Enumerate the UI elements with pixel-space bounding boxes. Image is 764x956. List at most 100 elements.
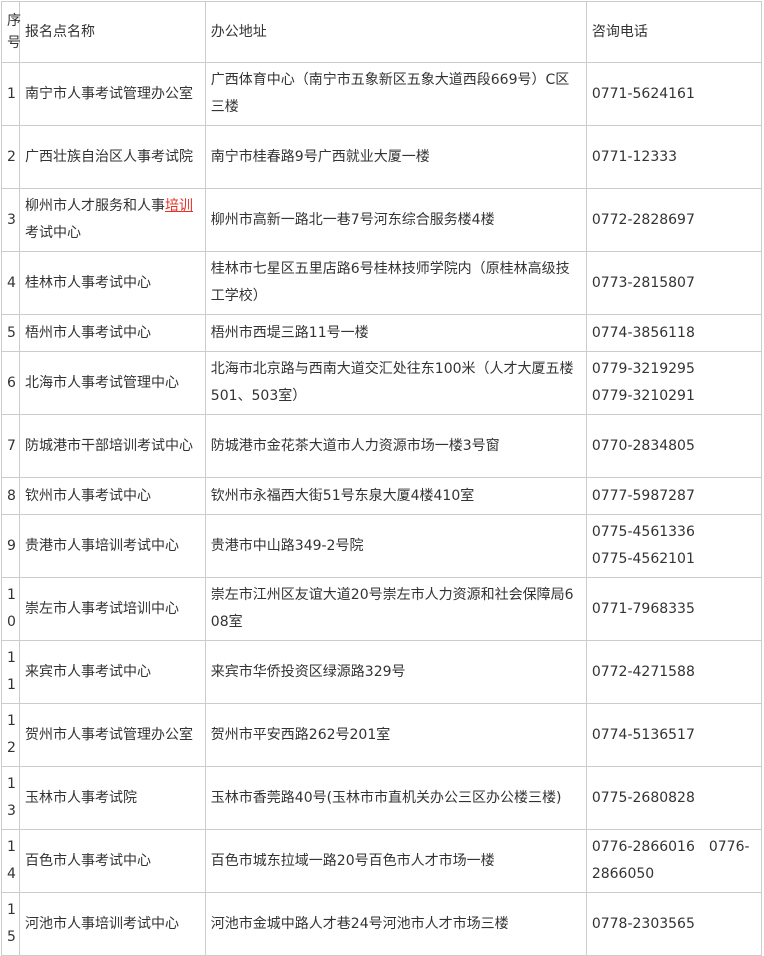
phone-number: 0775-4562101 — [591, 551, 695, 567]
row-num: 5 — [0, 314, 21, 352]
table-row: 12 贺州市人事考试管理办公室 贺州市平安西路262号201室 0774-513… — [0, 703, 763, 767]
training-link[interactable]: 培训 — [165, 198, 193, 214]
row-name: 贵港市人事培训考试中心 — [19, 514, 206, 578]
row-num: 10 — [0, 577, 21, 641]
table-row: 10 崇左市人事考试培训中心 崇左市江州区友谊大道20号崇左市人力资源和社会保障… — [0, 577, 763, 641]
table-row: 6 北海市人事考试管理中心 北海市北京路与西南大道交汇处往东100米（人才大厦五… — [0, 351, 763, 415]
phone-number: 0774-3856118 — [591, 324, 695, 341]
row-address: 柳州市高新一路北一巷7号河东综合服务楼4楼 — [204, 188, 587, 252]
row-address: 玉林市香莞路40号(玉林市市直机关办公三区办公楼三楼) — [204, 766, 587, 830]
row-num: 6 — [0, 351, 21, 415]
row-address: 来宾市华侨投资区绿源路329号 — [204, 640, 587, 704]
row-name: 南宁市人事考试管理办公室 — [19, 62, 206, 126]
row-phone: 0771-12333 — [585, 125, 763, 189]
row-num: 2 — [0, 125, 21, 189]
row-phone: 0776-2866016 0776-2866050 — [585, 829, 763, 893]
table-row: 3 柳州市人才服务和人事培训考试中心 柳州市高新一路北一巷7号河东综合服务楼4楼… — [0, 188, 763, 252]
phone-number: 0770-2834805 — [591, 437, 695, 454]
table-row: 13 玉林市人事考试院 玉林市香莞路40号(玉林市市直机关办公三区办公楼三楼) … — [0, 766, 763, 830]
table-row: 7 防城港市干部培训考试中心 防城港市金花茶大道市人力资源市场一楼3号窗 077… — [0, 414, 763, 478]
phone-number: 0779-3219295 — [591, 361, 695, 377]
phone-number: 0775-4561336 — [591, 524, 695, 540]
phone-number: 0774-5136517 — [591, 726, 695, 743]
row-phone: 0774-5136517 — [585, 703, 763, 767]
row-phone: 0775-4561336 0775-4562101 — [585, 514, 763, 578]
phone-number: 0775-2680828 — [591, 789, 695, 806]
row-address: 百色市城东拉域一路20号百色市人才市场一楼 — [204, 829, 587, 893]
phone-number: 0779-3210291 — [591, 388, 695, 404]
table-header-row: 序号 报名点名称 办公地址 咨询电话 — [0, 1, 763, 63]
row-address: 河池市金城中路人才巷24号河池市人才市场三楼 — [204, 892, 587, 956]
row-name: 桂林市人事考试中心 — [19, 251, 206, 315]
header-phone: 咨询电话 — [585, 1, 763, 63]
table-row: 14 百色市人事考试中心 百色市城东拉域一路20号百色市人才市场一楼 0776-… — [0, 829, 763, 893]
table-row: 1 南宁市人事考试管理办公室 广西体育中心（南宁市五象新区五象大道西段669号）… — [0, 62, 763, 126]
phone-number: 0777-5987287 — [591, 487, 695, 504]
header-name: 报名点名称 — [19, 1, 206, 63]
row-num: 12 — [0, 703, 21, 767]
row-name: 钦州市人事考试中心 — [19, 477, 206, 515]
row-address: 钦州市永福西大街51号东泉大厦4楼410室 — [204, 477, 587, 515]
row-phone: 0771-7968335 — [585, 577, 763, 641]
row-phone: 0770-2834805 — [585, 414, 763, 478]
phone-number: 0778-2303565 — [591, 915, 695, 932]
row-address: 广西体育中心（南宁市五象新区五象大道西段669号）C区三楼 — [204, 62, 587, 126]
row-address: 梧州市西堤三路11号一楼 — [204, 314, 587, 352]
row-phone: 0775-2680828 — [585, 766, 763, 830]
phone-number: 0771-7968335 — [591, 600, 695, 617]
row-phone: 0777-5987287 — [585, 477, 763, 515]
header-num: 序号 — [0, 1, 21, 63]
row-phone: 0772-2828697 — [585, 188, 763, 252]
row-address: 贵港市中山路349-2号院 — [204, 514, 587, 578]
table-row: 11 来宾市人事考试中心 来宾市华侨投资区绿源路329号 0772-427158… — [0, 640, 763, 704]
row-address: 桂林市七星区五里店路6号桂林技师学院内（原桂林高级技工学校） — [204, 251, 587, 315]
row-address: 防城港市金花茶大道市人力资源市场一楼3号窗 — [204, 414, 587, 478]
row-name: 玉林市人事考试院 — [19, 766, 206, 830]
phone-number: 0771-5624161 — [591, 85, 695, 102]
row-address: 南宁市桂春路9号广西就业大厦一楼 — [204, 125, 587, 189]
row-name: 贺州市人事考试管理办公室 — [19, 703, 206, 767]
row-phone: 0773-2815807 — [585, 251, 763, 315]
row-phone: 0772-4271588 — [585, 640, 763, 704]
phone-number: 0773-2815807 — [591, 274, 695, 291]
row-address: 崇左市江州区友谊大道20号崇左市人力资源和社会保障局608室 — [204, 577, 587, 641]
row-name: 防城港市干部培训考试中心 — [19, 414, 206, 478]
row-name: 来宾市人事考试中心 — [19, 640, 206, 704]
row-num: 14 — [0, 829, 21, 893]
row-num: 4 — [0, 251, 21, 315]
row-num: 8 — [0, 477, 21, 515]
row-name-prefix: 柳州市人才服务和人事 — [25, 198, 166, 214]
row-name: 河池市人事培训考试中心 — [19, 892, 206, 956]
phone-number: 0772-2828697 — [591, 211, 695, 228]
table-row: 4 桂林市人事考试中心 桂林市七星区五里店路6号桂林技师学院内（原桂林高级技工学… — [0, 251, 763, 315]
row-name: 柳州市人才服务和人事培训考试中心 — [19, 188, 206, 252]
registration-sites-table: 序号 报名点名称 办公地址 咨询电话 1 南宁市人事考试管理办公室 广西体育中心… — [0, 1, 763, 956]
row-phone: 0778-2303565 — [585, 892, 763, 956]
row-name-suffix: 考试中心 — [25, 225, 82, 241]
row-phone: 0779-3219295 0779-3210291 — [585, 351, 763, 415]
phone-number: 0771-12333 — [591, 148, 678, 165]
row-num: 7 — [0, 414, 21, 478]
row-address: 北海市北京路与西南大道交汇处往东100米（人才大厦五楼501、503室） — [204, 351, 587, 415]
table-row: 15 河池市人事培训考试中心 河池市金城中路人才巷24号河池市人才市场三楼 07… — [0, 892, 763, 956]
row-name: 北海市人事考试管理中心 — [19, 351, 206, 415]
table-row: 5 梧州市人事考试中心 梧州市西堤三路11号一楼 0774-3856118 — [0, 314, 763, 352]
table-body: 序号 报名点名称 办公地址 咨询电话 1 南宁市人事考试管理办公室 广西体育中心… — [0, 1, 763, 956]
table-row: 9 贵港市人事培训考试中心 贵港市中山路349-2号院 0775-4561336… — [0, 514, 763, 578]
row-num: 9 — [0, 514, 21, 578]
row-num: 13 — [0, 766, 21, 830]
row-num: 15 — [0, 892, 21, 956]
row-num: 11 — [0, 640, 21, 704]
row-address: 贺州市平安西路262号201室 — [204, 703, 587, 767]
row-num: 1 — [0, 62, 21, 126]
row-name: 广西壮族自治区人事考试院 — [19, 125, 206, 189]
row-name: 崇左市人事考试培训中心 — [19, 577, 206, 641]
row-name: 梧州市人事考试中心 — [19, 314, 206, 352]
phone-number: 0776-2866016 0776-2866050 — [591, 839, 750, 882]
table-row: 2 广西壮族自治区人事考试院 南宁市桂春路9号广西就业大厦一楼 0771-123… — [0, 125, 763, 189]
row-phone: 0771-5624161 — [585, 62, 763, 126]
row-phone: 0774-3856118 — [585, 314, 763, 352]
phone-number: 0772-4271588 — [591, 663, 695, 680]
table-row: 8 钦州市人事考试中心 钦州市永福西大街51号东泉大厦4楼410室 0777-5… — [0, 477, 763, 515]
header-address: 办公地址 — [204, 1, 587, 63]
